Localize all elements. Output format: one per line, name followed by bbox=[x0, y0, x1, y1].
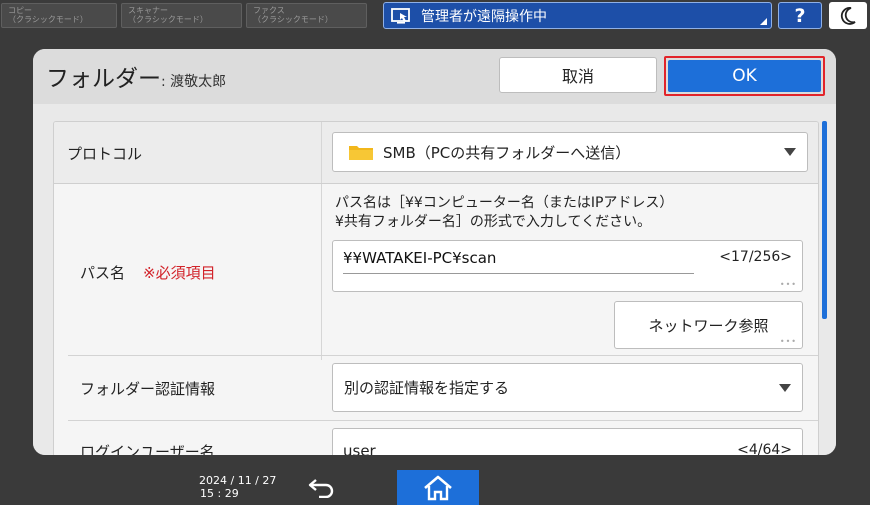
dialog-subtitle: : 渡敬太郎 bbox=[161, 74, 227, 90]
path-label-group: パス名 ※必須項目 bbox=[80, 262, 216, 283]
home-icon bbox=[424, 475, 452, 500]
protocol-row: プロトコル SMB（PCの共有フォルダーへ送信） bbox=[54, 122, 818, 184]
dropdown-caret-icon bbox=[779, 383, 791, 392]
login-user-char-count: <4/64> bbox=[737, 442, 792, 455]
dialog-title: フォルダー: 渡敬太郎 bbox=[46, 59, 226, 93]
more-dots-icon: ••• bbox=[779, 280, 797, 289]
expand-corner-icon bbox=[760, 18, 767, 25]
home-button[interactable] bbox=[397, 470, 479, 505]
network-browse-button[interactable]: ネットワーク参照 ••• bbox=[614, 301, 803, 349]
login-user-input[interactable]: user <4/64> bbox=[332, 428, 803, 455]
app-tab-copy[interactable]: コピー （クラシックモード） bbox=[1, 3, 117, 28]
settings-panel: プロトコル SMB（PCの共有フォルダーへ送信） パス名 ※必須項目 パス名は［¥… bbox=[53, 121, 819, 455]
date-text: 2024 / 11 / 27 bbox=[199, 474, 277, 487]
dialog-body: プロトコル SMB（PCの共有フォルダーへ送信） パス名 ※必須項目 パス名は［¥… bbox=[33, 104, 836, 455]
protocol-select[interactable]: SMB（PCの共有フォルダーへ送信） bbox=[332, 132, 808, 172]
back-arrow-icon[interactable] bbox=[307, 476, 337, 498]
path-char-count: <17/256> bbox=[719, 249, 792, 265]
folder-auth-select[interactable]: 別の認証情報を指定する bbox=[332, 363, 803, 412]
dialog-header: フォルダー: 渡敬太郎 取消 OK bbox=[33, 49, 836, 104]
bottom-bar: 2024 / 11 / 27 15 : 29 bbox=[0, 470, 870, 505]
row-separator bbox=[68, 355, 818, 356]
network-browse-label: ネットワーク参照 bbox=[648, 316, 769, 335]
path-hint-line-1: パス名は［¥¥コンピューター名（またはIPアドレス） bbox=[335, 195, 674, 211]
login-user-value: user bbox=[343, 442, 376, 455]
protocol-label: プロトコル bbox=[67, 145, 143, 163]
protocol-value: SMB（PCの共有フォルダーへ送信） bbox=[383, 143, 631, 162]
ok-button-highlight: OK bbox=[664, 56, 825, 96]
folder-icon bbox=[349, 146, 373, 160]
remote-operation-bar[interactable]: 管理者が遠隔操作中 bbox=[383, 2, 772, 29]
folder-auth-value: 別の認証情報を指定する bbox=[344, 379, 510, 397]
path-label: パス名 bbox=[80, 264, 126, 282]
time-text: 15 : 29 bbox=[200, 487, 239, 500]
dropdown-caret-icon bbox=[784, 148, 796, 156]
path-input-value: ¥¥WATAKEI-PC¥scan bbox=[343, 249, 497, 267]
column-divider bbox=[321, 122, 322, 183]
folder-auth-label: フォルダー認証情報 bbox=[80, 380, 216, 398]
moon-icon bbox=[840, 6, 856, 25]
required-badge: ※必須項目 bbox=[143, 264, 216, 282]
dialog-title-text: フォルダー bbox=[46, 66, 161, 92]
row-separator bbox=[68, 420, 818, 421]
remote-monitor-icon bbox=[391, 7, 410, 24]
scrollbar[interactable] bbox=[822, 121, 827, 319]
app-tab-scanner[interactable]: スキャナー （クラシックモード） bbox=[121, 3, 242, 28]
help-button[interactable]: ? bbox=[778, 2, 822, 29]
app-tab-fax[interactable]: ファクス （クラシックモード） bbox=[246, 3, 367, 28]
more-dots-icon: ••• bbox=[779, 337, 797, 346]
ok-button[interactable]: OK bbox=[668, 60, 821, 92]
login-user-label: ログインユーザー名 bbox=[80, 443, 215, 455]
path-hint: パス名は［¥¥コンピューター名（またはIPアドレス） ¥共有フォルダー名］の形式… bbox=[335, 194, 673, 232]
energy-saver-button[interactable] bbox=[829, 2, 867, 29]
datetime: 2024 / 11 / 27 15 : 29 bbox=[199, 474, 276, 500]
remote-status-text: 管理者が遠隔操作中 bbox=[421, 8, 547, 25]
path-hint-line-2: ¥共有フォルダー名］の形式で入力してください。 bbox=[335, 214, 652, 230]
input-underline bbox=[343, 273, 694, 274]
folder-dialog: フォルダー: 渡敬太郎 取消 OK プロトコル SMB（PCの共有フォルダーへ送… bbox=[33, 49, 836, 455]
top-bar: コピー （クラシックモード） スキャナー （クラシックモード） ファクス （クラ… bbox=[0, 0, 870, 30]
cancel-button[interactable]: 取消 bbox=[499, 57, 657, 93]
path-input[interactable]: ¥¥WATAKEI-PC¥scan <17/256> ••• bbox=[332, 240, 803, 292]
column-divider bbox=[321, 184, 322, 360]
